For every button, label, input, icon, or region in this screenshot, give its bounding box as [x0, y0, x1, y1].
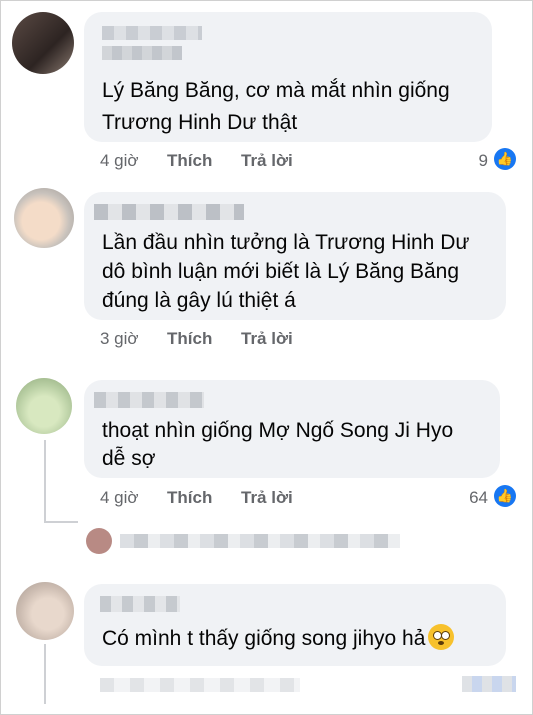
blurred-username — [94, 204, 244, 220]
comment-bubble: Có mình t thấy giống song jihyo hả — [84, 584, 506, 666]
avatar[interactable] — [12, 12, 74, 74]
blurred-username — [102, 46, 182, 60]
reply-link[interactable]: Trả lời — [241, 329, 293, 349]
reply-link[interactable]: Trả lời — [241, 488, 293, 508]
comment-text: Có mình t thấy giống song jihyo hả — [102, 627, 426, 650]
thread-line — [44, 440, 46, 522]
blurred-username — [100, 596, 180, 612]
like-link[interactable]: Thích — [167, 329, 212, 349]
like-link[interactable]: Thích — [167, 488, 212, 508]
comment-bubble: Lý Băng Băng, cơ mà mắt nhìn giống Trươn… — [84, 12, 492, 142]
comment-text-line: dễ sợ — [102, 447, 156, 470]
comment-text-line: Lý Băng Băng, cơ mà mắt nhìn giống — [102, 79, 450, 102]
avatar — [86, 528, 112, 554]
thread-line — [44, 644, 46, 704]
reaction-count[interactable]: 9 — [468, 151, 488, 171]
blurred-reply-preview[interactable] — [86, 528, 402, 556]
blurred-reply-text — [120, 534, 400, 548]
blurred-reaction-count — [462, 676, 516, 692]
thread-line — [44, 521, 78, 523]
avatar[interactable] — [16, 378, 72, 434]
comment-text-line: đúng là gây lú thiệt á — [102, 289, 296, 312]
reaction-count[interactable]: 64 — [452, 488, 488, 508]
comment-text-line: Có mình t thấy giống song jihyo hả — [102, 622, 455, 656]
comment-bubble: Lần đầu nhìn tưởng là Trương Hinh Dư dô … — [84, 192, 506, 320]
comment-timestamp: 3 giờ — [100, 329, 139, 348]
avatar[interactable] — [14, 188, 74, 248]
blurred-username — [94, 392, 204, 408]
avatar[interactable] — [16, 582, 74, 640]
comment-text-line: Trương Hinh Dư thật — [102, 111, 298, 134]
flushed-face-icon — [428, 624, 455, 650]
reply-link[interactable]: Trả lời — [241, 151, 293, 171]
comment-timestamp: 4 giờ — [100, 151, 139, 170]
blurred-username — [102, 26, 202, 40]
thumbs-up-icon[interactable]: 👍 — [494, 148, 516, 170]
comment-bubble: thoạt nhìn giống Mợ Ngố Song Ji Hyo dễ s… — [84, 380, 500, 478]
like-link[interactable]: Thích — [167, 151, 212, 171]
thumbs-up-icon[interactable]: 👍 — [494, 485, 516, 507]
comment-timestamp: 4 giờ — [100, 488, 139, 507]
blurred-meta-row — [100, 678, 300, 692]
